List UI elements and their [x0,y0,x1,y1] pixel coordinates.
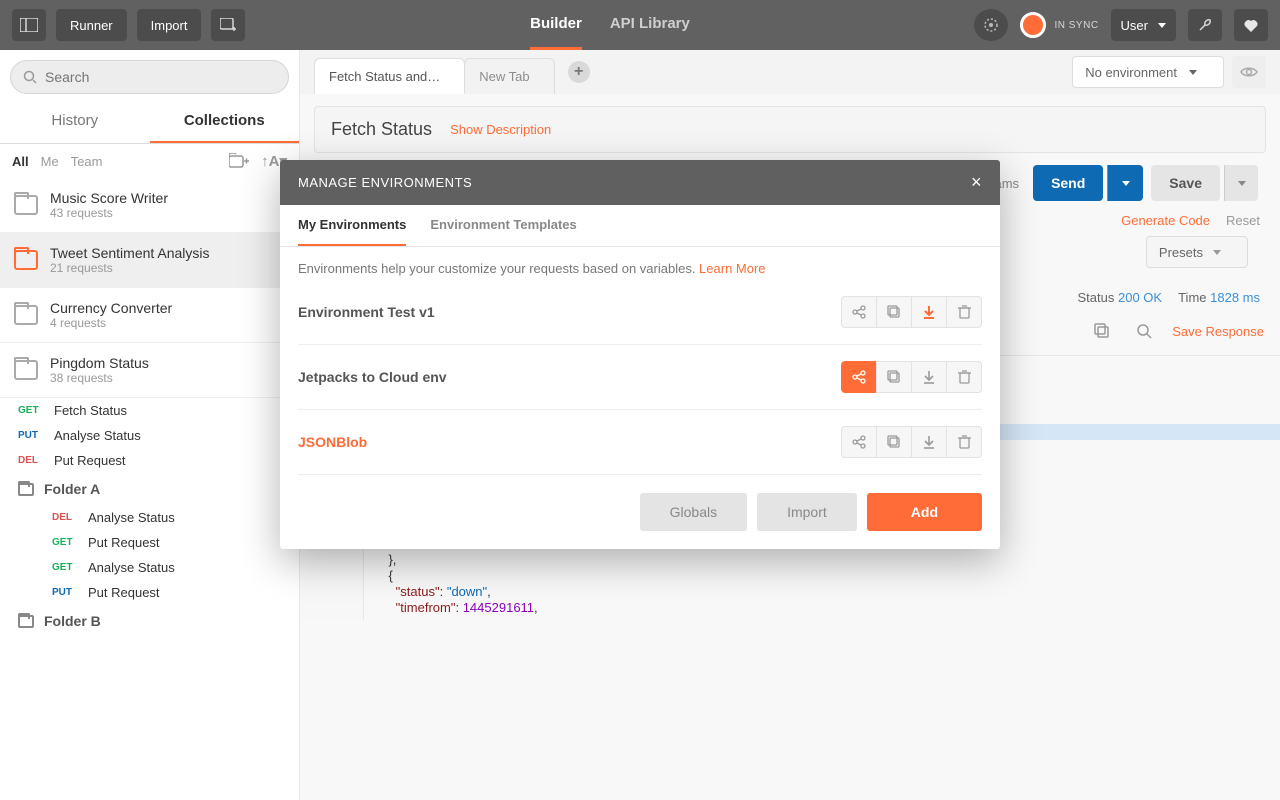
globals-button[interactable]: Globals [640,493,747,531]
share-icon[interactable] [841,361,877,393]
tab-my-environments[interactable]: My Environments [298,205,406,246]
duplicate-icon[interactable] [876,426,912,458]
environment-row[interactable]: Environment Test v1 [298,280,982,345]
chevron-down-icon [1158,23,1166,28]
environment-name: JSONBlob [298,434,367,450]
download-icon[interactable] [911,361,947,393]
sync-badge[interactable]: IN SYNC [1020,12,1098,38]
environment-row[interactable]: JSONBlob [298,410,982,475]
trash-icon[interactable] [946,296,982,328]
modal-footer: Globals Import Add [280,475,1000,549]
user-label: User [1121,18,1148,33]
environment-row[interactable]: Jetpacks to Cloud env [298,345,982,410]
modal-title: MANAGE ENVIRONMENTS [298,175,472,190]
modal-help-text: Environments help your customize your re… [280,247,1000,280]
share-icon[interactable] [841,296,877,328]
environment-list: Environment Test v1 Jetpacks to Cloud en… [280,280,1000,475]
duplicate-icon[interactable] [876,296,912,328]
runner-button[interactable]: Runner [56,9,127,41]
wrench-icon[interactable] [1188,9,1222,41]
modal-header: MANAGE ENVIRONMENTS × [280,160,1000,205]
tab-builder[interactable]: Builder [530,0,582,50]
add-button[interactable]: Add [867,493,982,531]
topbar: Runner Import Builder API Library IN SYN… [0,0,1280,50]
trash-icon[interactable] [946,426,982,458]
sync-label: IN SYNC [1054,20,1098,31]
share-icon[interactable] [841,426,877,458]
environment-name: Environment Test v1 [298,304,435,320]
close-icon[interactable]: × [971,172,982,193]
modal-overlay: MANAGE ENVIRONMENTS × My Environments En… [0,50,1280,800]
environment-name: Jetpacks to Cloud env [298,369,447,385]
modal-tabs: My Environments Environment Templates [280,205,1000,247]
tab-api-library[interactable]: API Library [610,0,690,50]
user-menu[interactable]: User [1111,9,1176,41]
learn-more-link[interactable]: Learn More [699,261,765,276]
topbar-center: Builder API Library [255,0,964,50]
sync-dot-icon [1020,12,1046,38]
trash-icon[interactable] [946,361,982,393]
tab-environment-templates[interactable]: Environment Templates [430,205,576,246]
duplicate-icon[interactable] [876,361,912,393]
topbar-right: IN SYNC User [974,9,1268,41]
new-window-icon[interactable] [211,9,245,41]
modal-import-button[interactable]: Import [757,493,857,531]
panel-toggle-icon[interactable] [12,9,46,41]
download-icon[interactable] [911,426,947,458]
heart-icon[interactable] [1234,9,1268,41]
interceptor-icon[interactable] [974,9,1008,41]
download-icon[interactable] [911,296,947,328]
manage-environments-modal: MANAGE ENVIRONMENTS × My Environments En… [280,160,1000,549]
import-button[interactable]: Import [137,9,202,41]
